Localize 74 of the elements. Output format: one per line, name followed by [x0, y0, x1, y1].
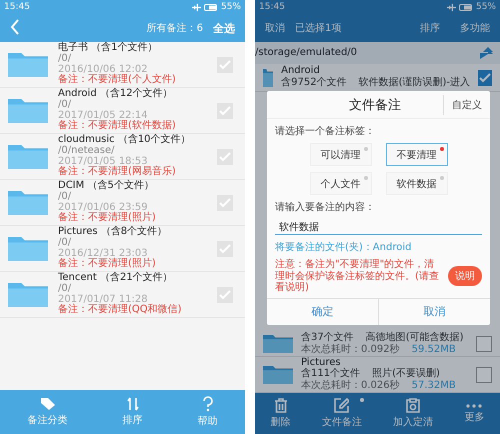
- folder-date: 2016/12/31 23:03: [58, 248, 148, 258]
- folder-row[interactable]: cloudmusic （含10个文件） /0/netease/ 2017/01/05 18:53 备注：不要清理(网易音乐): [0, 134, 245, 180]
- bottom-bar-item[interactable]: 更多: [460, 404, 488, 424]
- folder-row[interactable]: Tencent （含21个文件） /0/ 2017/01/07 11:28 备注：不要清理(QQ和微信): [0, 272, 245, 318]
- folder-name: cloudmusic （含10个文件）: [58, 135, 192, 146]
- input-prompt: 请输入要备注的内容：: [275, 200, 376, 214]
- bottom-bar-item[interactable]: 删除: [266, 398, 295, 429]
- file-count: 含9752个文件: [281, 78, 347, 89]
- file-count: 含111个文件: [301, 369, 360, 380]
- path-text: /storage/emulated/0: [255, 48, 358, 58]
- tag-option[interactable]: 个人文件: [310, 172, 372, 195]
- cancel-button[interactable]: 取消: [255, 14, 295, 42]
- folder-note: 备注：不要清理(个人文件): [58, 75, 177, 86]
- folder-name: Pictures （含8个文件）: [58, 227, 168, 238]
- folder-note: 高德地图(可能含数据): [366, 332, 464, 344]
- folder-path: /0/: [58, 192, 72, 202]
- tag-prompt: 请选择一个备注标签：: [275, 124, 376, 138]
- folder-path: /0/netease/: [58, 146, 116, 156]
- folder-row[interactable]: Pictures （含8个文件） /0/ 2016/12/31 23:03 备注：不要清理(照片): [0, 226, 245, 272]
- warning-text: 注意：备注为"不要清理"的文件，清理时会保护该备注标签的文件。(请查看说明): [275, 259, 440, 294]
- folder-path: /0/: [58, 100, 72, 110]
- bottom-bar-item[interactable]: 备注分类: [24, 397, 72, 427]
- folder-name: DCIM （含5个文件）: [58, 181, 155, 192]
- folder-name: Tencent （含21个文件）: [58, 273, 174, 284]
- tag-option[interactable]: 可以清理: [310, 143, 372, 166]
- folder-path: /0/: [58, 284, 72, 294]
- folder-note: 备注：不要清理(软件数据): [58, 121, 177, 132]
- folder-path: /0/: [58, 238, 72, 248]
- notes-count: 所有备注：6: [146, 22, 203, 35]
- file-count: 含37个文件: [301, 332, 354, 344]
- custom-button[interactable]: 自定义: [443, 94, 490, 114]
- sort-button[interactable]: 排序: [410, 14, 450, 42]
- folder-name: Android: [281, 66, 321, 76]
- more-functions-button[interactable]: 多功能: [450, 14, 500, 42]
- help-button[interactable]: 说明: [448, 266, 482, 286]
- select-all-button[interactable]: 全选: [203, 14, 245, 42]
- folder-note: 备注：不要清理(网易音乐): [58, 167, 177, 178]
- status-time: 15:45: [4, 2, 30, 12]
- folder-name: 电子书 （含1个文件）: [58, 43, 159, 54]
- battery-percent: 55%: [476, 2, 496, 12]
- folder-note: 备注：不要清理(照片): [58, 213, 157, 224]
- folder-date: 2016/10/06 12:02: [58, 64, 148, 74]
- folder-size: 59.52MB: [412, 344, 456, 356]
- bottom-bar-item[interactable]: 加入定清: [389, 398, 438, 429]
- folder-date: 2017/01/05 22:14: [58, 110, 148, 120]
- folder-note: 软件数据(谨防误删)-进入: [358, 78, 470, 89]
- bottom-bar-item[interactable]: 帮助: [194, 396, 222, 428]
- target-file: 将要备注的文件(夹)：Android: [275, 240, 412, 254]
- battery-percent: 55%: [220, 2, 241, 12]
- folder-row[interactable]: DCIM （含5个文件） /0/ 2017/01/06 23:59 备注：不要清理(照片): [0, 180, 245, 226]
- bottom-bar-item[interactable]: 排序: [118, 397, 146, 427]
- folder-name: Android （含12个文件）: [58, 89, 174, 100]
- folder-date: 2017/01/07 11:28: [58, 294, 148, 304]
- note-input[interactable]: 软件数据: [275, 219, 482, 235]
- bottom-bar-item[interactable]: 文件备注: [318, 398, 366, 429]
- folder-note: 照片(不要误删): [372, 369, 440, 380]
- folder-name: Pictures: [301, 358, 341, 368]
- tag-option[interactable]: 软件数据: [386, 172, 448, 195]
- folder-path: /0/: [58, 54, 72, 64]
- folder-note: 备注：不要清理(QQ和微信): [58, 305, 183, 316]
- folder-size: 57.32MB: [412, 380, 456, 392]
- status-time: 15:45: [259, 2, 285, 12]
- selection-count: 已选择1项: [295, 22, 342, 35]
- confirm-button[interactable]: 确定: [267, 298, 378, 324]
- folder-date: 2017/01/06 23:59: [58, 202, 148, 212]
- folder-date: 2017/01/05 18:53: [58, 156, 148, 166]
- folder-row[interactable]: Android （含12个文件） /0/ 2017/01/05 22:14 备注：不要清理(软件数据): [0, 88, 245, 134]
- tag-option[interactable]: 不要清理: [386, 143, 448, 166]
- folder-note: 备注：不要清理(照片): [58, 259, 157, 270]
- dialog-title: 文件备注: [348, 96, 402, 114]
- scan-time: 本次总耗时：0.092秒: [301, 344, 400, 356]
- scan-time: 本次总耗时：0.026秒: [301, 380, 400, 392]
- cancel-button[interactable]: 取消: [378, 298, 490, 324]
- folder-row[interactable]: 电子书 （含1个文件） /0/ 2016/10/06 12:02 备注：不要清理(个人文件): [0, 42, 245, 88]
